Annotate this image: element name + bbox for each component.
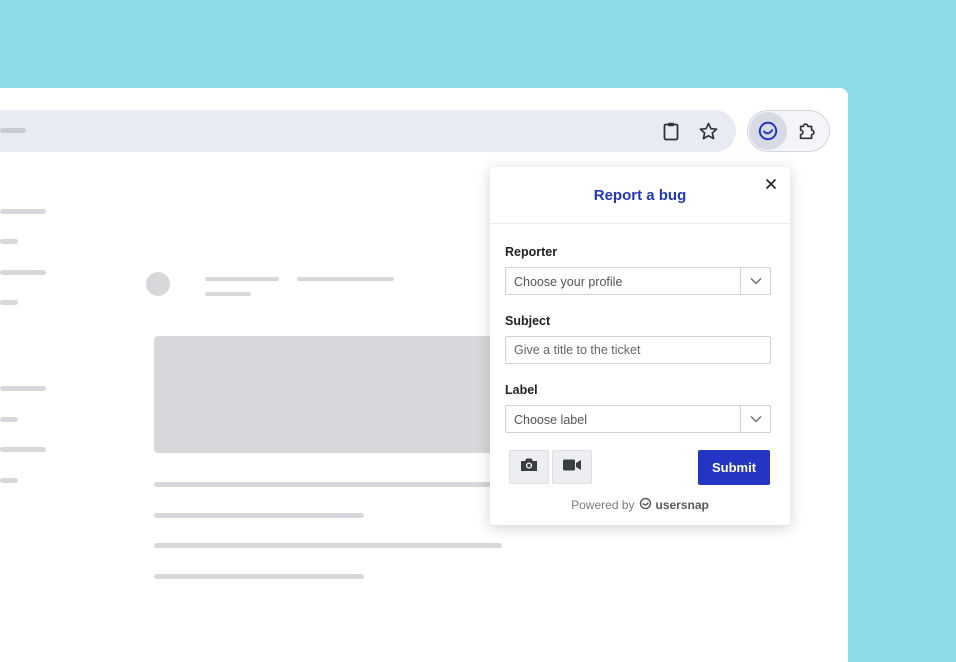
popup-header: Report a bug bbox=[490, 167, 790, 224]
skeleton-text-line bbox=[154, 543, 502, 548]
skeleton-text-line bbox=[154, 482, 502, 487]
extensions-group bbox=[747, 110, 830, 152]
clipboard-icon[interactable] bbox=[659, 119, 683, 143]
screenshot-button[interactable] bbox=[509, 450, 549, 484]
browser-toolbar bbox=[0, 110, 832, 154]
skeleton-sidebar-line bbox=[0, 447, 46, 452]
star-icon[interactable] bbox=[696, 119, 720, 143]
subject-label: Subject bbox=[505, 314, 551, 328]
skeleton-author-line bbox=[205, 277, 279, 281]
submit-button[interactable]: Submit bbox=[698, 450, 770, 485]
skeleton-sidebar-line bbox=[0, 386, 46, 391]
video-icon bbox=[562, 458, 582, 477]
label-select[interactable]: Choose label bbox=[505, 405, 771, 433]
usersnap-extension-icon[interactable] bbox=[749, 112, 787, 150]
skeleton-meta-line bbox=[297, 277, 394, 281]
powered-by-text: Powered by bbox=[571, 498, 635, 512]
skeleton-sidebar-line bbox=[0, 417, 18, 422]
usersnap-logo-icon bbox=[639, 497, 652, 513]
address-placeholder bbox=[0, 128, 26, 133]
skeleton-sidebar-line bbox=[0, 300, 18, 305]
camera-icon bbox=[520, 457, 538, 477]
skeleton-sidebar-line bbox=[0, 270, 46, 275]
chevron-down-icon[interactable] bbox=[740, 268, 770, 294]
skeleton-image bbox=[154, 336, 499, 453]
report-bug-popup: Report a bug Reporter Choose your profil… bbox=[490, 167, 790, 525]
reporter-select-value: Choose your profile bbox=[514, 275, 623, 289]
reporter-select[interactable]: Choose your profile bbox=[505, 267, 771, 295]
skeleton-sidebar-line bbox=[0, 239, 18, 244]
puzzle-icon[interactable] bbox=[795, 119, 819, 143]
record-video-button[interactable] bbox=[552, 450, 592, 484]
skeleton-text-line bbox=[154, 574, 364, 579]
skeleton-text-line bbox=[154, 513, 364, 518]
skeleton-sidebar-line bbox=[0, 209, 46, 214]
popup-title: Report a bug bbox=[593, 186, 687, 204]
subject-input[interactable] bbox=[505, 336, 771, 364]
chevron-down-icon[interactable] bbox=[740, 406, 770, 432]
skeleton-date-line bbox=[205, 292, 251, 296]
powered-by[interactable]: Powered by usersnap bbox=[490, 497, 790, 513]
skeleton-sidebar-line bbox=[0, 478, 18, 483]
label-field-label: Label bbox=[505, 383, 538, 397]
reporter-label: Reporter bbox=[505, 245, 558, 259]
close-icon[interactable] bbox=[764, 177, 778, 191]
brand-name: usersnap bbox=[655, 498, 709, 512]
skeleton-avatar bbox=[146, 272, 170, 296]
label-select-value: Choose label bbox=[514, 413, 587, 427]
address-bar[interactable] bbox=[0, 110, 736, 152]
